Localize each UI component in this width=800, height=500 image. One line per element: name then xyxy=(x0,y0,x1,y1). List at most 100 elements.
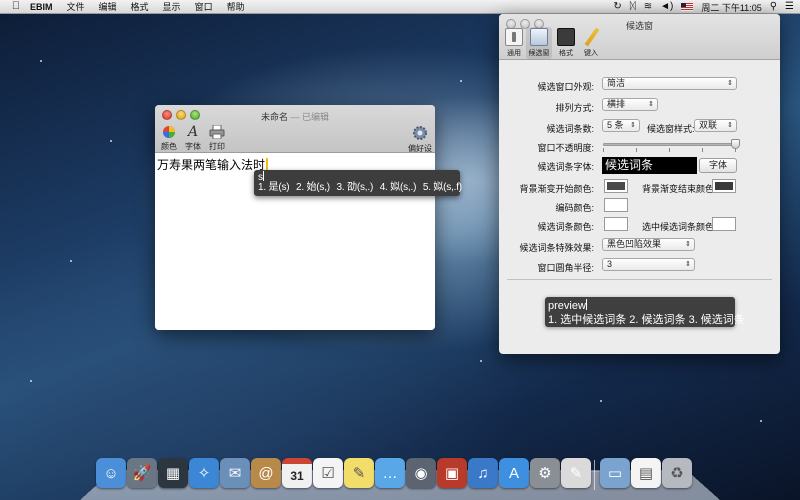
slider-knob[interactable] xyxy=(731,139,740,149)
dock-itunes-icon[interactable]: ♫ xyxy=(468,458,498,488)
slider-tick xyxy=(603,148,604,152)
dock-messages-icon[interactable]: … xyxy=(375,458,405,488)
slider-tick xyxy=(636,148,637,152)
menu-file[interactable]: 文件 xyxy=(67,0,85,13)
bg-end-color-label: 背景渐变结束颜色: xyxy=(642,184,717,194)
color-swatch xyxy=(715,182,733,190)
volume-icon[interactable]: ◄) xyxy=(660,2,673,12)
time-machine-icon[interactable]: ↻ xyxy=(613,2,621,12)
wifi-icon[interactable]: ≋ xyxy=(644,2,652,12)
font-a-icon: A xyxy=(187,124,199,140)
radius-select[interactable]: 3 ⇕ xyxy=(602,258,695,271)
code-caret xyxy=(263,171,264,181)
candidate-item[interactable]: 3. 劭(s,.) xyxy=(337,182,374,193)
candidate-count-select[interactable]: 5 条 ⇕ xyxy=(602,119,640,132)
preview-caret xyxy=(585,299,587,310)
effect-label: 候选词条特殊效果: xyxy=(519,243,594,253)
tab-general[interactable]: 通用 xyxy=(502,28,526,58)
color-swatch xyxy=(607,182,625,190)
spotlight-search-icon[interactable]: ⚲ xyxy=(770,2,777,12)
printer-icon xyxy=(209,125,225,139)
selected-color-label: 选中候选词条颜色: xyxy=(642,222,717,232)
colors-toolbar-button[interactable]: 颜色 xyxy=(161,125,177,152)
appearance-select[interactable]: 简洁 ⇕ xyxy=(602,77,737,90)
dock-mission-control-icon[interactable]: ▦ xyxy=(158,458,188,488)
dock-facetime-icon[interactable]: ◉ xyxy=(406,458,436,488)
menu-help[interactable]: 帮助 xyxy=(227,0,245,13)
candidate-item[interactable]: 1. 是(s) xyxy=(258,182,290,193)
candidate-item[interactable]: 2. 始(s,) xyxy=(296,182,330,193)
menu-edit[interactable]: 编辑 xyxy=(99,0,117,13)
font-label: 候选词条字体: xyxy=(537,162,594,172)
textedit-window: 未命名 — 已编辑 颜色 A 字体 打印 偏好设 万寿果两笔输入法时 xyxy=(155,105,435,330)
font-button[interactable]: 字体 xyxy=(699,158,737,173)
pencil-icon xyxy=(582,27,600,47)
dock-applications-folder-icon[interactable]: ▭ xyxy=(600,458,630,488)
menu-view[interactable]: 显示 xyxy=(163,0,181,13)
dock-system-preferences-icon[interactable]: ⚙ xyxy=(530,458,560,488)
menu-app-name[interactable]: EBIM xyxy=(30,2,53,12)
slider-tick xyxy=(702,148,703,152)
tab-typing[interactable]: 键入 xyxy=(579,27,603,58)
preferences-toolbar: 候选窗 通用 候选窗 格式 键入 xyxy=(499,14,780,60)
apple-menu-icon[interactable]:  xyxy=(10,1,22,12)
dock-reminders-icon[interactable]: ☑ xyxy=(313,458,343,488)
dock-textedit-icon[interactable]: ✎ xyxy=(561,458,591,488)
menubar-clock[interactable]: 周二 下午11:05 xyxy=(701,1,761,14)
dock-calendar-icon[interactable]: 31 xyxy=(282,458,312,488)
menu-bar:  EBIM 文件 编辑 格式 显示 窗口 帮助 ↻ ᛞ ≋ ◄) 周二 下午1… xyxy=(0,0,800,14)
preview-candidate-window: preview 1. 选中候选词条 2. 候选词条 3. 候选词条 xyxy=(545,297,745,327)
text-caret xyxy=(266,158,269,170)
print-toolbar-button[interactable]: 打印 xyxy=(209,125,225,152)
gear-icon xyxy=(413,126,427,140)
dock-document-icon[interactable]: ▤ xyxy=(631,458,661,488)
font-sample: 候选词条 xyxy=(602,157,697,174)
code-color-well[interactable] xyxy=(604,198,628,212)
menu-format[interactable]: 格式 xyxy=(131,0,149,13)
fonts-toolbar-button[interactable]: A 字体 xyxy=(185,125,201,152)
tab-format[interactable]: 格式 xyxy=(554,28,578,58)
bg-end-color-well[interactable] xyxy=(712,179,736,193)
tab-candidate-window[interactable]: 候选窗 xyxy=(526,27,552,59)
color-swatch xyxy=(607,220,625,228)
dock-trash-icon[interactable]: ♻ xyxy=(662,458,692,488)
radius-label: 窗口圆角半径: xyxy=(537,263,594,273)
preview-code: preview xyxy=(548,299,587,312)
menu-window[interactable]: 窗口 xyxy=(195,0,213,13)
dock-safari-icon[interactable]: ✧ xyxy=(189,458,219,488)
input-source-flag-icon[interactable] xyxy=(681,3,694,11)
popup-arrows-icon: ⇕ xyxy=(685,241,691,248)
dock-notes-icon[interactable]: ✎ xyxy=(344,458,374,488)
color-swatch xyxy=(715,220,733,228)
bg-start-color-label: 背景渐变开始颜色: xyxy=(519,184,594,194)
dock-mail-icon[interactable]: ✉ xyxy=(220,458,250,488)
slider-track xyxy=(603,143,736,146)
textedit-toolbar: 未命名 — 已编辑 颜色 A 字体 打印 偏好设 xyxy=(155,105,435,164)
input-code: s xyxy=(258,171,264,183)
candidate-item[interactable]: 4. 姒(s,.) xyxy=(380,182,417,193)
document-text: 万寿果两笔输入法时 xyxy=(157,158,266,172)
candidate-item[interactable]: 5. 姒(s,.f) xyxy=(423,182,462,193)
dock-separator xyxy=(594,460,595,490)
arrangement-select[interactable]: 横排 ⇕ xyxy=(602,98,658,111)
dock-launchpad-icon[interactable]: 🚀 xyxy=(127,458,157,488)
candidate-window: s 1. 是(s) 2. 始(s,) 3. 劭(s,.) 4. 姒(s,.) 5… xyxy=(254,170,462,196)
dock-photo-booth-icon[interactable]: ▣ xyxy=(437,458,467,488)
dock-contacts-icon[interactable]: @ xyxy=(251,458,281,488)
notification-center-icon[interactable]: ☰ xyxy=(785,2,794,12)
slider-tick xyxy=(669,148,670,152)
window-style-select[interactable]: 双联 ⇕ xyxy=(694,119,737,132)
preview-candidates: 1. 选中候选词条 2. 候选词条 3. 候选词条 xyxy=(548,314,745,326)
bg-start-color-well[interactable] xyxy=(604,179,628,193)
dock-finder-icon[interactable]: ☺ xyxy=(96,458,126,488)
effect-select[interactable]: 黑色凹陷效果 ⇕ xyxy=(602,238,695,251)
divider xyxy=(507,279,772,280)
popup-arrows-icon: ⇕ xyxy=(630,122,636,129)
popup-arrows-icon: ⇕ xyxy=(648,101,654,108)
opacity-label: 窗口不透明度: xyxy=(537,143,594,153)
dock-app-store-icon[interactable]: A xyxy=(499,458,529,488)
selected-color-well[interactable] xyxy=(712,217,736,231)
switch-icon xyxy=(505,28,523,46)
candidate-color-well[interactable] xyxy=(604,217,628,231)
bluetooth-icon[interactable]: ᛞ xyxy=(630,2,636,12)
